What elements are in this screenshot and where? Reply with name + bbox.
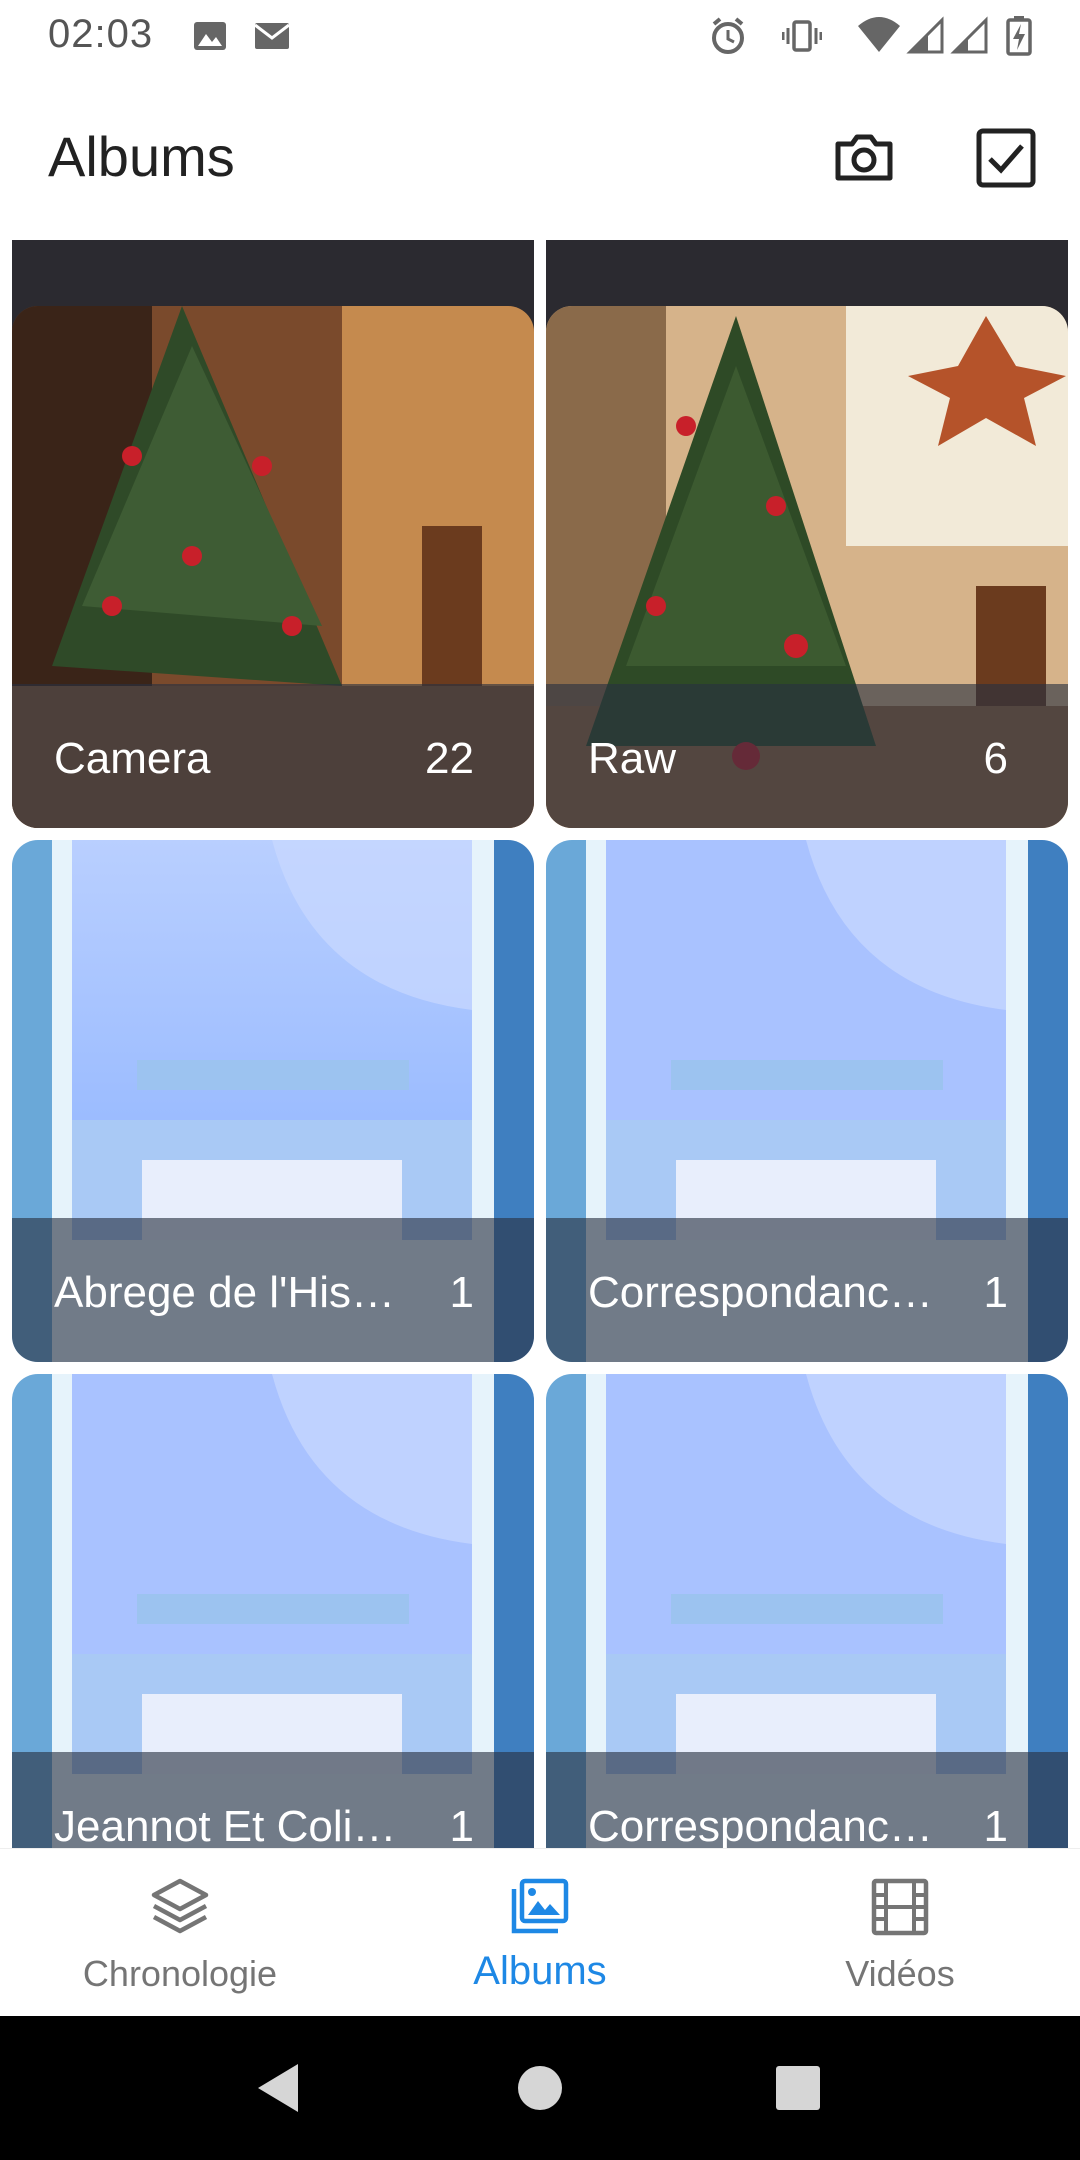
select-button[interactable] <box>970 122 1042 194</box>
camera-icon <box>835 134 893 181</box>
app-bar: Albums <box>0 72 1080 240</box>
signal-icon <box>950 16 988 54</box>
album-name: Camera <box>54 734 211 783</box>
album-count: 22 <box>425 734 474 783</box>
album-count: 1 <box>449 1268 474 1317</box>
bottom-navigation: Chronologie Albums Vidéos <box>0 1848 1080 2016</box>
album-tile[interactable]: Abrege de l'His… 1 <box>12 840 534 1362</box>
album-name: Abrege de l'His… <box>54 1268 395 1317</box>
battery-charging-icon <box>1006 16 1032 56</box>
nav-item-videos[interactable]: Vidéos <box>720 1849 1080 2017</box>
album-name: Jeannot Et Coli… <box>54 1802 397 1848</box>
home-icon[interactable] <box>508 2056 572 2120</box>
nav-label: Vidéos <box>845 1953 955 1994</box>
album-grid: Camera 22 Raw 6 Abrege de l'His… 1 Corre… <box>0 240 1080 1848</box>
album-name: Correspondanc… <box>588 1802 933 1848</box>
system-navigation-bar <box>0 2016 1080 2160</box>
image-icon <box>194 22 226 50</box>
album-tile[interactable]: Raw 6 <box>546 306 1068 828</box>
album-count: 1 <box>983 1802 1008 1848</box>
nav-item-albums[interactable]: Albums <box>360 1849 720 2017</box>
album-count: 1 <box>449 1802 474 1848</box>
nav-item-chronologie[interactable]: Chronologie <box>0 1849 360 2017</box>
status-time: 02:03 <box>48 12 154 56</box>
alarm-icon <box>712 17 744 54</box>
signal-icon <box>906 16 944 54</box>
select-checkbox-icon <box>976 128 1036 188</box>
album-name: Correspondanc… <box>588 1268 933 1317</box>
album-count: 1 <box>983 1268 1008 1317</box>
vibrate-icon <box>782 20 822 52</box>
photo-album-icon <box>511 1878 569 1934</box>
album-count: 6 <box>983 734 1008 783</box>
album-tile[interactable]: Camera 22 <box>12 306 534 828</box>
album-name: Raw <box>588 734 677 783</box>
recents-icon[interactable] <box>766 2056 830 2120</box>
layers-icon <box>151 1878 209 1934</box>
back-icon[interactable] <box>248 2056 312 2120</box>
album-tile[interactable]: Jeannot Et Coli… 1 <box>12 1374 534 1848</box>
wifi-icon <box>858 17 900 52</box>
nav-label: Albums <box>473 1949 607 1993</box>
page-title: Albums <box>48 125 235 188</box>
nav-label: Chronologie <box>82 1953 278 1994</box>
camera-button[interactable] <box>828 122 900 194</box>
mail-icon <box>254 23 290 49</box>
film-icon <box>871 1878 929 1936</box>
album-tile[interactable]: Correspondanc… 1 <box>546 840 1068 1362</box>
album-tile[interactable]: Correspondanc… 1 <box>546 1374 1068 1848</box>
status-bar: 02:03 <box>0 0 1080 72</box>
